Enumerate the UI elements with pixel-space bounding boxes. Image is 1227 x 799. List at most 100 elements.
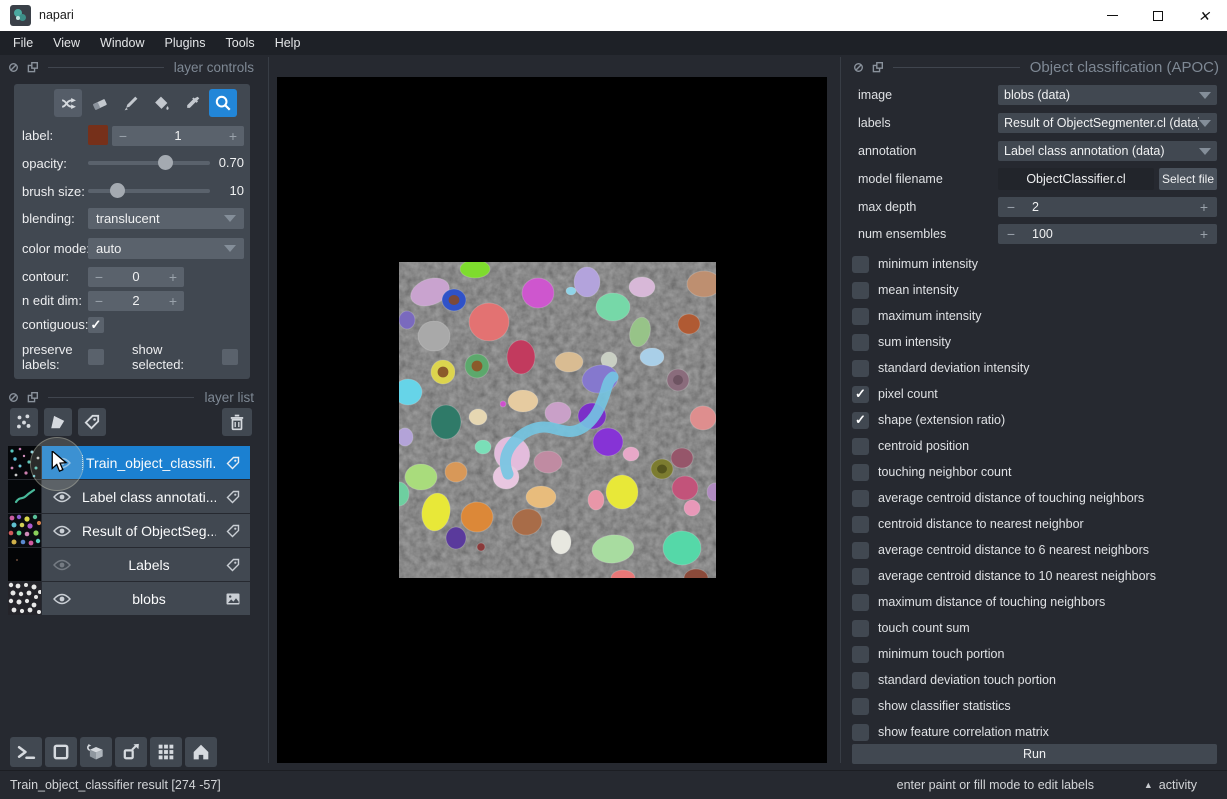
- model-filename-input[interactable]: ObjectClassifier.cl: [998, 168, 1154, 190]
- layer-row-train-object-classifier[interactable]: Train_object_classifi...: [8, 446, 250, 479]
- shuffle-colors-button[interactable]: [54, 89, 82, 117]
- layer-name[interactable]: Result of ObjectSeg...: [82, 523, 216, 539]
- feature-checkbox[interactable]: [852, 308, 869, 325]
- viewer-canvas[interactable]: [277, 77, 827, 763]
- feature-checkbox-row[interactable]: minimum intensity: [852, 251, 1222, 277]
- panel-hide-icon[interactable]: [8, 392, 19, 403]
- label-color-swatch[interactable]: [88, 125, 108, 145]
- feature-checkbox-row[interactable]: sum intensity: [852, 329, 1222, 355]
- feature-checkbox[interactable]: [852, 412, 869, 429]
- increment-icon[interactable]: +: [1191, 199, 1217, 215]
- close-button[interactable]: ✕: [1181, 0, 1227, 31]
- panel-hide-icon[interactable]: [8, 62, 19, 73]
- layer-row-labels[interactable]: Labels: [8, 548, 250, 581]
- new-labels-layer-button[interactable]: [78, 408, 106, 436]
- increment-icon[interactable]: +: [1191, 226, 1217, 242]
- select-file-button[interactable]: Select file: [1159, 168, 1217, 190]
- maximize-button[interactable]: [1135, 0, 1181, 31]
- console-button[interactable]: [10, 737, 42, 767]
- decrement-icon[interactable]: −: [88, 269, 110, 285]
- feature-checkbox[interactable]: [852, 438, 869, 455]
- contour-value[interactable]: 0: [110, 269, 162, 284]
- run-button[interactable]: Run: [852, 744, 1217, 764]
- decrement-icon[interactable]: −: [88, 293, 110, 309]
- menu-file[interactable]: File: [3, 31, 43, 55]
- delete-layer-button[interactable]: [222, 408, 252, 436]
- feature-checkbox[interactable]: [852, 490, 869, 507]
- menu-tools[interactable]: Tools: [216, 31, 265, 55]
- increment-icon[interactable]: +: [222, 128, 244, 144]
- feature-checkbox[interactable]: [852, 646, 869, 663]
- feature-checkbox[interactable]: [852, 698, 869, 715]
- feature-checkbox-row[interactable]: maximum distance of touching neighbors: [852, 589, 1222, 615]
- feature-checkbox[interactable]: [852, 360, 869, 377]
- feature-checkbox-row[interactable]: touch count sum: [852, 615, 1222, 641]
- feature-checkbox[interactable]: [852, 542, 869, 559]
- feature-checkbox[interactable]: [852, 620, 869, 637]
- home-reset-view-button[interactable]: [185, 737, 217, 767]
- image-dropdown[interactable]: blobs (data): [998, 85, 1217, 105]
- feature-checkbox[interactable]: [852, 386, 869, 403]
- layer-name[interactable]: Train_object_classifi...: [82, 455, 216, 471]
- panel-hide-icon[interactable]: [853, 62, 864, 73]
- feature-checkbox[interactable]: [852, 464, 869, 481]
- menu-plugins[interactable]: Plugins: [155, 31, 216, 55]
- feature-checkbox[interactable]: [852, 672, 869, 689]
- toggle-ndisplay-button[interactable]: [45, 737, 77, 767]
- feature-checkbox-row[interactable]: centroid position: [852, 433, 1222, 459]
- feature-checkbox[interactable]: [852, 334, 869, 351]
- blending-dropdown[interactable]: translucent: [88, 208, 244, 229]
- layer-name[interactable]: blobs: [82, 591, 216, 607]
- panel-float-icon[interactable]: [872, 62, 883, 73]
- increment-icon[interactable]: +: [162, 293, 184, 309]
- feature-checkbox-row[interactable]: maximum intensity: [852, 303, 1222, 329]
- n-edit-dim-value[interactable]: 2: [110, 293, 162, 308]
- paintbrush-button[interactable]: [116, 89, 144, 117]
- decrement-icon[interactable]: −: [998, 226, 1024, 242]
- feature-checkbox[interactable]: [852, 724, 869, 741]
- slider-handle[interactable]: [110, 183, 125, 198]
- feature-checkbox-row[interactable]: touching neighbor count: [852, 459, 1222, 485]
- decrement-icon[interactable]: −: [112, 128, 134, 144]
- color-picker-button[interactable]: [178, 89, 206, 117]
- decrement-icon[interactable]: −: [998, 199, 1024, 215]
- grid-view-button[interactable]: [150, 737, 182, 767]
- feature-checkbox-row[interactable]: standard deviation touch portion: [852, 667, 1222, 693]
- feature-checkbox-row[interactable]: average centroid distance of touching ne…: [852, 485, 1222, 511]
- menu-help[interactable]: Help: [265, 31, 311, 55]
- label-spinbox[interactable]: − 1 +: [112, 126, 244, 146]
- panel-float-icon[interactable]: [27, 62, 38, 73]
- visibility-eye-icon[interactable]: [42, 593, 82, 605]
- num-ensembles-spinbox[interactable]: − 100 +: [998, 224, 1217, 244]
- feature-checkbox-row[interactable]: shape (extension ratio): [852, 407, 1222, 433]
- fill-bucket-button[interactable]: [147, 89, 175, 117]
- feature-checkbox-row[interactable]: centroid distance to nearest neighbor: [852, 511, 1222, 537]
- contour-spinbox[interactable]: − 0 +: [88, 267, 184, 287]
- slider-handle[interactable]: [158, 155, 173, 170]
- visibility-eye-off-icon[interactable]: [42, 559, 82, 571]
- preserve-labels-checkbox[interactable]: [88, 349, 104, 365]
- minimize-button[interactable]: [1089, 0, 1135, 31]
- feature-checkbox-row[interactable]: average centroid distance to 10 nearest …: [852, 563, 1222, 589]
- menu-view[interactable]: View: [43, 31, 90, 55]
- roll-dimensions-button[interactable]: [80, 737, 112, 767]
- opacity-slider[interactable]: [88, 161, 210, 165]
- zoom-button[interactable]: [209, 89, 237, 117]
- visibility-eye-icon[interactable]: [42, 491, 82, 503]
- feature-checkbox-row[interactable]: standard deviation intensity: [852, 355, 1222, 381]
- annotation-dropdown[interactable]: Label class annotation (data): [998, 141, 1217, 161]
- feature-checkbox[interactable]: [852, 594, 869, 611]
- feature-checkbox-row[interactable]: pixel count: [852, 381, 1222, 407]
- feature-checkbox[interactable]: [852, 256, 869, 273]
- layer-row-label-class-annotation[interactable]: Label class annotati...: [8, 480, 250, 513]
- feature-checkbox[interactable]: [852, 568, 869, 585]
- feature-checkbox-row[interactable]: average centroid distance to 6 nearest n…: [852, 537, 1222, 563]
- new-points-layer-button[interactable]: [10, 408, 38, 436]
- layer-row-blobs[interactable]: blobs: [8, 582, 250, 615]
- feature-checkbox[interactable]: [852, 282, 869, 299]
- layer-row-result-of-objectsegmenter[interactable]: Result of ObjectSeg...: [8, 514, 250, 547]
- dock-separator-right[interactable]: [840, 57, 841, 763]
- visibility-eye-icon[interactable]: [42, 525, 82, 537]
- n-edit-dim-spinbox[interactable]: − 2 +: [88, 291, 184, 311]
- title-bar[interactable]: napari ✕: [0, 0, 1227, 31]
